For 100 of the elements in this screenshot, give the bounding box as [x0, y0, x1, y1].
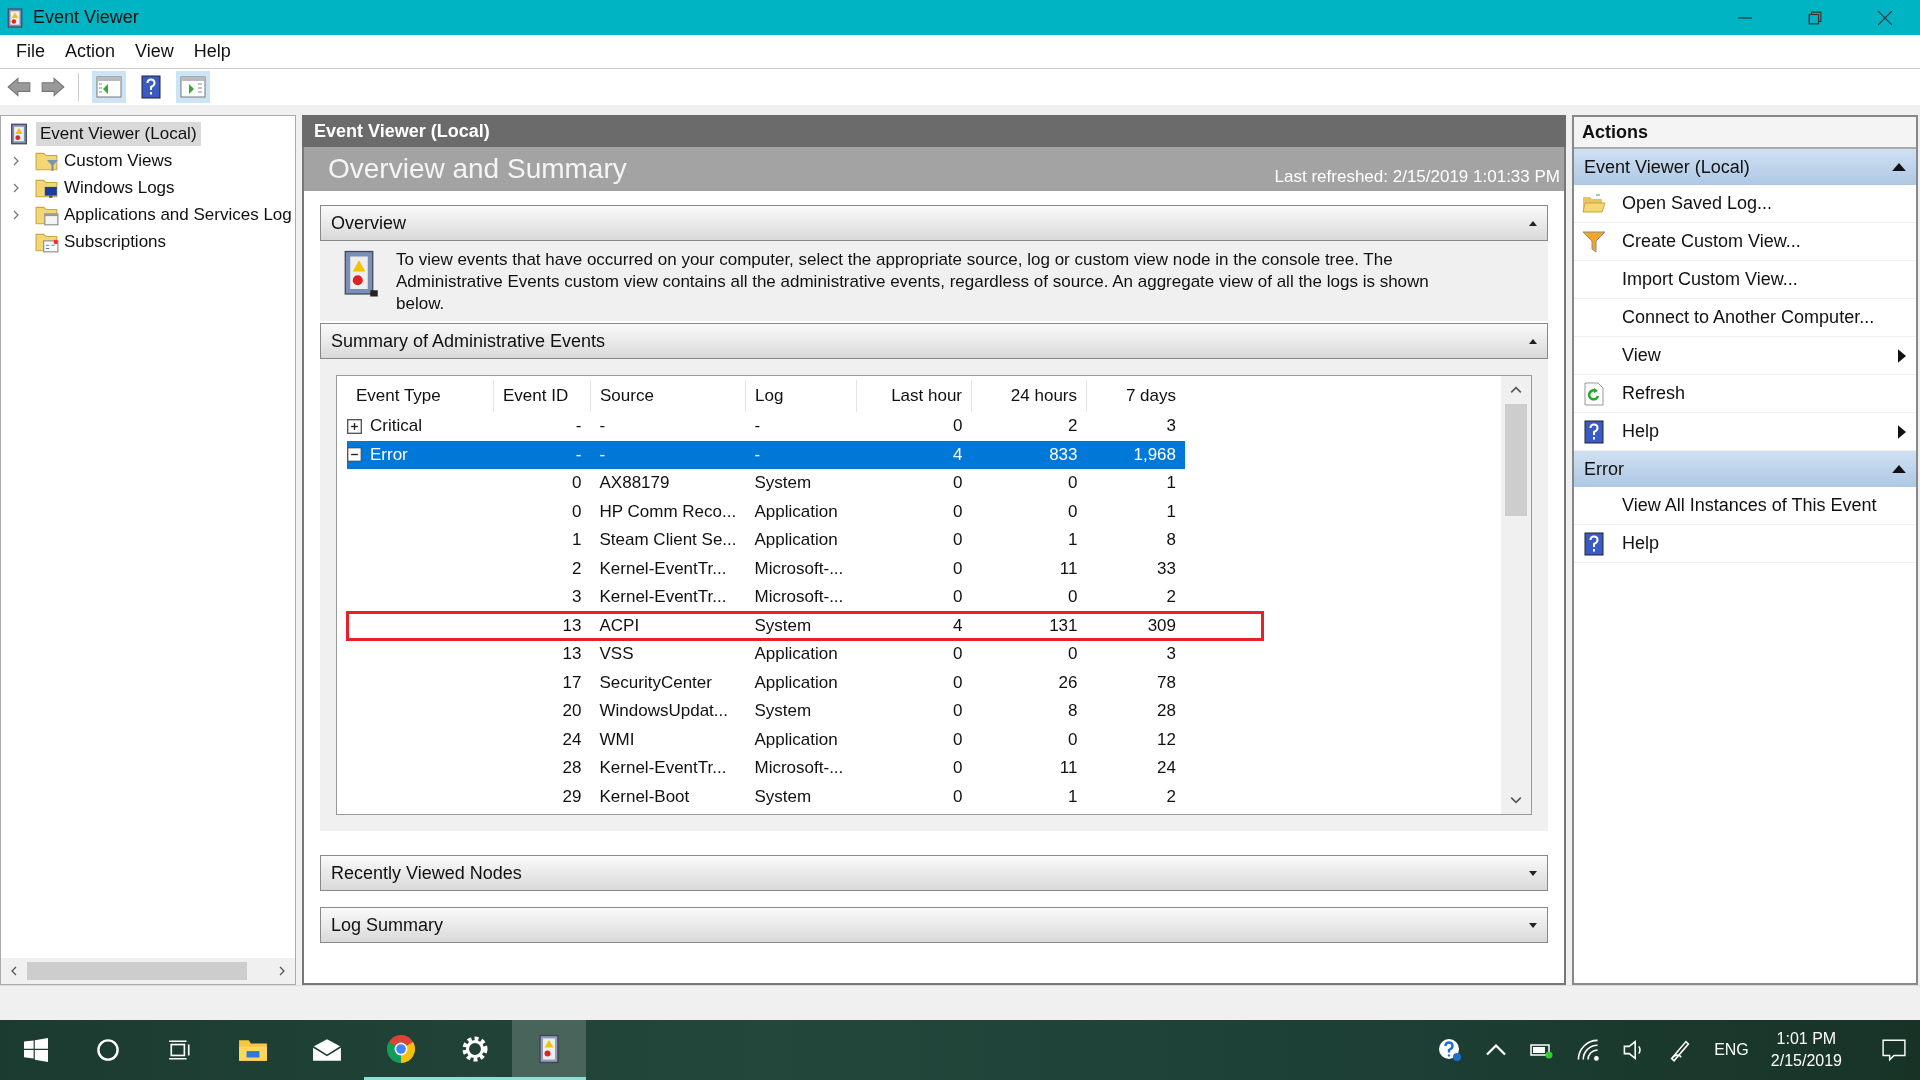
table-row[interactable]: 13 VSS Application 0 0 3	[347, 640, 1263, 669]
table-cell: 4	[856, 611, 972, 640]
table-row[interactable]: 28 Kernel-EventTr... Microsoft-... 0 11 24	[347, 754, 1263, 783]
column-header[interactable]: 24 hours	[971, 380, 1087, 412]
forward-arrow-icon[interactable]	[40, 76, 66, 98]
command-link[interactable]: Import Custom View...	[1574, 261, 1916, 299]
command-link[interactable]: Refresh	[1574, 375, 1916, 413]
table-cell-text: 0	[1067, 500, 1079, 523]
menu-item[interactable]: Action	[55, 37, 126, 66]
table-cell: System	[745, 469, 857, 498]
column-header[interactable]: Source	[590, 380, 746, 412]
submenu-arrow-icon	[1898, 348, 1906, 363]
command-link[interactable]: Help	[1574, 525, 1916, 563]
table-cell-text: WindowsUpdat...	[598, 700, 729, 723]
wifi-icon[interactable]	[1576, 1038, 1601, 1062]
menu-item[interactable]: File	[6, 37, 55, 66]
tree-item[interactable]: Subscriptions	[1, 228, 295, 255]
tree-item[interactable]: Windows Logs	[1, 174, 295, 201]
pane-toggle-icon[interactable]	[91, 71, 127, 103]
help-icon[interactable]	[141, 75, 161, 99]
collapse-icon[interactable]	[347, 447, 362, 463]
group-header[interactable]: Error	[1574, 451, 1916, 487]
scrollbar-thumb[interactable]	[1505, 404, 1527, 516]
vertical-scrollbar[interactable]	[1501, 376, 1531, 814]
table-cell-text: 0	[952, 700, 964, 723]
table-cell-text: 12	[1156, 728, 1177, 751]
table-cell-text: 20	[561, 700, 583, 723]
table-cell-text: 26	[1057, 671, 1079, 694]
notification-icon[interactable]	[1882, 1038, 1906, 1062]
table-cell: Kernel-EventTr...	[590, 583, 746, 612]
taskbar-app[interactable]	[512, 1020, 586, 1080]
table-row[interactable]: Error - - - 4 833 1,968	[347, 440, 1263, 469]
menu-item[interactable]: View	[125, 37, 184, 66]
clock[interactable]: 1:01 PM 2/15/2019	[1770, 1028, 1842, 1072]
menu-item[interactable]: Help	[183, 37, 241, 66]
column-header[interactable]: 7 days	[1086, 380, 1185, 412]
table-cell-text: 1	[1165, 500, 1177, 523]
command-link[interactable]: View	[1574, 337, 1916, 375]
command-link[interactable]: View All Instances of This Event	[1574, 487, 1916, 525]
language-indicator[interactable]: ENG	[1714, 1041, 1749, 1059]
highlight-frame[interactable]: 13 ACPI System 4 131 309	[347, 611, 1263, 640]
help-icon	[1582, 419, 1606, 444]
table-cell: 3	[493, 583, 591, 612]
expand-icon[interactable]	[347, 418, 362, 434]
table-cell: ACPI	[590, 611, 746, 640]
table-cell: -	[590, 440, 746, 469]
tree-item[interactable]: Custom Views	[1, 147, 295, 174]
section-header[interactable]: Overview	[320, 205, 1548, 241]
table-row[interactable]: 17 SecurityCenter Application 0 26 78	[347, 668, 1263, 697]
tree-item[interactable]: Applications and Services Log	[1, 201, 295, 228]
pane-title: Actions	[1574, 117, 1916, 149]
caret-icon	[1529, 870, 1537, 876]
caret-icon	[1529, 922, 1537, 928]
clock-time: 1:01 PM	[1776, 1029, 1837, 1049]
column-header[interactable]: Event ID	[493, 380, 591, 412]
table-cell: 833	[971, 440, 1087, 469]
table-cell: 2	[1086, 583, 1185, 612]
table-row[interactable]: 20 WindowsUpdat... System 0 8 28	[347, 697, 1263, 726]
table-cell: 0	[856, 640, 972, 669]
table-cell-text: Application	[753, 500, 839, 523]
submenu-arrow-icon	[1898, 424, 1906, 439]
table-row[interactable]: Critical - - - 0 2 3	[347, 412, 1263, 441]
column-header[interactable]: Last hour	[856, 380, 972, 412]
table-row[interactable]: 3 Kernel-EventTr... Microsoft-... 0 0 2	[347, 583, 1263, 612]
group-header[interactable]: Event Viewer (Local)	[1574, 149, 1916, 185]
section-header[interactable]: Summary of Administrative Events	[320, 323, 1548, 359]
table-row[interactable]: 1 Steam Client Se... Application 0 1 8	[347, 526, 1263, 555]
table-cell-text: Application	[753, 728, 839, 751]
command-link[interactable]: Open Saved Log...	[1574, 185, 1916, 223]
refresh-icon	[1582, 381, 1606, 406]
expand-chevron-icon[interactable]	[11, 182, 21, 193]
table-cell-text: 0	[952, 557, 964, 580]
command-link[interactable]: Create Custom View...	[1574, 223, 1916, 261]
table-cell: Microsoft-...	[745, 583, 857, 612]
table-row[interactable]: 24 WMI Application 0 0 12	[347, 725, 1263, 754]
section-header[interactable]: Log Summary	[320, 907, 1548, 943]
help-badge-icon[interactable]	[1438, 1038, 1463, 1062]
pane-toggle-icon[interactable]	[175, 71, 211, 103]
column-header[interactable]: Event Type	[347, 380, 494, 412]
table-row[interactable]: 2 Kernel-EventTr... Microsoft-... 0 11 33	[347, 554, 1263, 583]
section-header[interactable]: Recently Viewed Nodes	[320, 855, 1548, 891]
table-cell-text: 33	[1156, 557, 1177, 580]
back-arrow-icon[interactable]	[6, 76, 32, 98]
table-row[interactable]: 0 AX88179 System 0 0 1	[347, 469, 1263, 498]
horizontal-scrollbar[interactable]	[1, 958, 295, 984]
table-cell: 13	[493, 640, 591, 669]
command-link[interactable]: Connect to Another Computer...	[1574, 299, 1916, 337]
table-cell-text: 28	[561, 757, 583, 780]
table-row[interactable]: 29 Kernel-Boot System 0 1 2	[347, 782, 1263, 811]
column-header[interactable]: Log	[745, 380, 857, 412]
table-cell: 0	[971, 640, 1087, 669]
scrollbar-thumb[interactable]	[27, 962, 247, 980]
expand-chevron-icon[interactable]	[11, 155, 21, 166]
expand-chevron-icon[interactable]	[11, 209, 21, 220]
table-cell-text: 0	[952, 728, 964, 751]
table-cell: 1	[1086, 469, 1185, 498]
table-cell: 3	[1086, 640, 1185, 669]
table-row[interactable]: 0 HP Comm Reco... Application 0 0 1	[347, 497, 1263, 526]
table-cell: 131	[971, 611, 1087, 640]
browser-icon	[386, 1033, 416, 1064]
